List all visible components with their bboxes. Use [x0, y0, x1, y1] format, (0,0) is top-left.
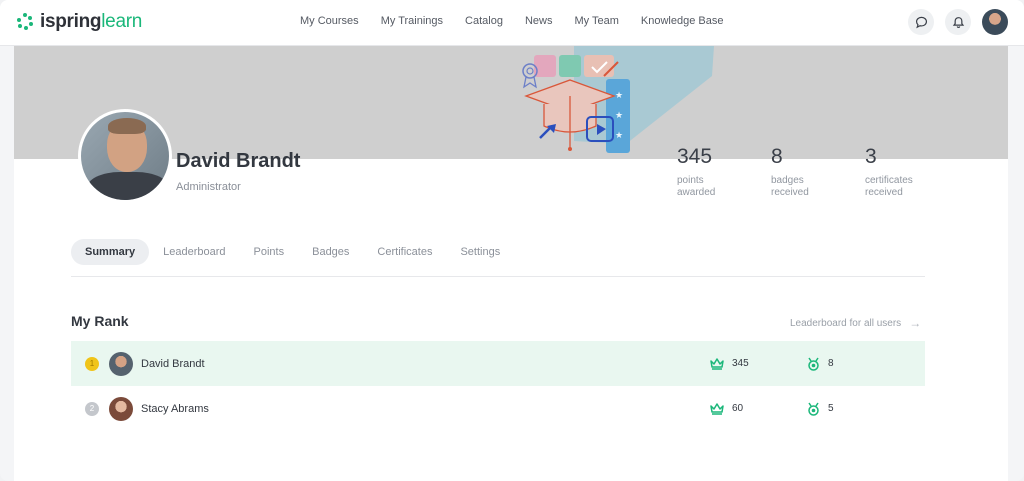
rank-user-name: Stacy Abrams: [141, 402, 209, 415]
avatar: [109, 351, 133, 376]
notifications-button[interactable]: [945, 9, 971, 35]
rank-row[interactable]: 2 Stacy Abrams 60 5: [71, 386, 925, 431]
stat-badges: 8 badges received: [771, 145, 851, 199]
tab-points[interactable]: Points: [240, 239, 299, 265]
my-rank-title: My Rank: [71, 313, 129, 329]
rank-row[interactable]: 1 David Brandt 345 8: [71, 341, 925, 386]
svg-text:★: ★: [615, 131, 623, 141]
rank-badges: 5: [807, 402, 834, 416]
tabs-divider: [71, 276, 925, 277]
stat-points-value: 345: [677, 145, 713, 168]
tab-leaderboard[interactable]: Leaderboard: [149, 239, 239, 265]
tab-summary[interactable]: Summary: [71, 239, 150, 265]
medal-icon: [808, 402, 819, 416]
svg-text:★: ★: [615, 91, 623, 101]
nav-my-trainings[interactable]: My Trainings: [381, 15, 443, 27]
chat-button[interactable]: [908, 9, 934, 35]
logo-text: ispringlearn: [40, 11, 142, 32]
profile-name: David Brandt: [176, 150, 301, 172]
bell-icon: [952, 16, 964, 28]
rank-badges: 8: [807, 357, 834, 371]
profile-role: Administrator: [176, 181, 241, 193]
rank-position-badge: 2: [85, 401, 99, 416]
ispring-learn-logo[interactable]: ispringlearn: [16, 11, 142, 33]
nav-my-courses[interactable]: My Courses: [300, 15, 359, 27]
top-navigation-bar: ispringlearn My Courses My Trainings Cat…: [0, 0, 1024, 46]
tab-certificates[interactable]: Certificates: [363, 239, 446, 265]
avatar: [109, 396, 133, 421]
tab-badges[interactable]: Badges: [298, 239, 363, 265]
profile-tabs: Summary Leaderboard Points Badges Certif…: [71, 239, 514, 265]
crown-icon: [710, 357, 724, 370]
rank-position-badge: 1: [85, 356, 99, 371]
rank-user-name: David Brandt: [141, 357, 205, 370]
nav-knowledge-base[interactable]: Knowledge Base: [641, 15, 724, 27]
logo-flower-icon: [16, 13, 34, 31]
stat-certificates: 3 certificates received: [865, 145, 945, 199]
header-actions: [897, 9, 1008, 35]
rank-points: 345: [710, 357, 749, 370]
nav-my-team[interactable]: My Team: [574, 15, 618, 27]
rank-points: 60: [710, 402, 743, 415]
svg-text:★: ★: [615, 111, 623, 121]
chat-bubble-icon: [915, 16, 927, 28]
app-frame: ispringlearn My Courses My Trainings Cat…: [0, 0, 1024, 481]
stat-points: 345 points awarded: [677, 145, 757, 199]
nav-news[interactable]: News: [525, 15, 553, 27]
main-nav: My Courses My Trainings Catalog News My …: [300, 15, 745, 27]
medal-icon: [808, 357, 819, 371]
crown-icon: [710, 402, 724, 415]
nav-catalog[interactable]: Catalog: [465, 15, 503, 27]
profile-photo: [78, 109, 172, 203]
stat-certificates-value: 3: [865, 145, 877, 168]
leaderboard-all-users-link[interactable]: Leaderboard for all users →: [790, 316, 921, 330]
stat-badges-value: 8: [771, 145, 783, 168]
user-avatar-menu[interactable]: [982, 9, 1008, 35]
arrow-right-icon: →: [909, 316, 922, 330]
tab-settings[interactable]: Settings: [446, 239, 514, 265]
